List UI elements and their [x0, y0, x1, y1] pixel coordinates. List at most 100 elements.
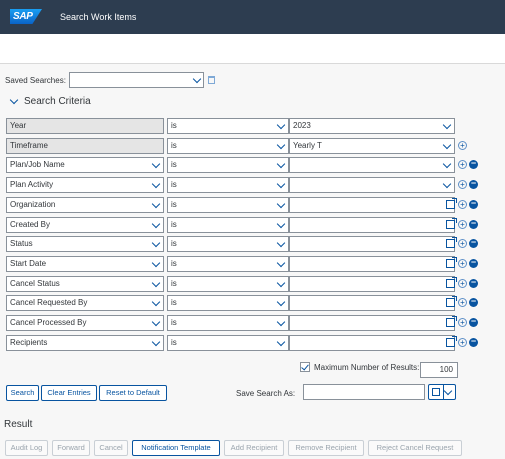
- criteria-value-input[interactable]: [289, 335, 455, 351]
- criteria-field-select[interactable]: Cancel Processed By: [6, 315, 164, 331]
- value-help-icon[interactable]: [446, 277, 457, 290]
- remove-row-icon[interactable]: −: [469, 317, 478, 327]
- criteria-operator-select[interactable]: is: [167, 315, 289, 331]
- add-row-icon[interactable]: +: [458, 141, 467, 150]
- criteria-value-input[interactable]: Yearly T: [289, 138, 455, 154]
- criteria-value-input[interactable]: [289, 315, 455, 331]
- value-help-icon[interactable]: [446, 316, 457, 329]
- criteria-operator-select[interactable]: is: [167, 138, 289, 154]
- add-row-icon[interactable]: +: [458, 239, 467, 248]
- add-row-icon[interactable]: +: [458, 220, 467, 229]
- criteria-operator-select[interactable]: is: [167, 335, 289, 351]
- max-results-input[interactable]: 100: [420, 362, 458, 378]
- criteria-field-label: Status: [10, 239, 33, 248]
- remove-row-icon[interactable]: −: [469, 179, 478, 189]
- add-row-icon[interactable]: +: [458, 279, 467, 288]
- criteria-value-input[interactable]: [289, 177, 455, 193]
- chevron-down-icon: [442, 140, 452, 150]
- criteria-field-select[interactable]: Start Date: [6, 256, 164, 272]
- remove-row-icon[interactable]: −: [469, 219, 478, 229]
- save-search-input[interactable]: [303, 384, 425, 400]
- add-row-icon[interactable]: +: [458, 259, 467, 268]
- save-search-label: Save Search As:: [236, 389, 296, 398]
- criteria-field-select[interactable]: Plan/Job Name: [6, 157, 164, 173]
- add-row-icon[interactable]: +: [458, 338, 467, 347]
- value-help-icon[interactable]: [446, 198, 457, 211]
- criteria-operator-select[interactable]: is: [167, 177, 289, 193]
- add-row-icon[interactable]: +: [458, 200, 467, 209]
- remove-row-icon[interactable]: −: [469, 337, 478, 347]
- chevron-down-icon: [151, 238, 161, 248]
- chevron-down-icon: [442, 179, 452, 189]
- cancel-button[interactable]: Cancel: [94, 440, 128, 456]
- chevron-down-icon: [276, 297, 286, 307]
- criteria-value-input[interactable]: [289, 256, 455, 272]
- criteria-operator-label: is: [171, 121, 177, 130]
- save-search-button[interactable]: [428, 384, 456, 400]
- remove-recipient-button[interactable]: Remove Recipient: [288, 440, 364, 456]
- reset-to-default-button[interactable]: Reset to Default: [99, 385, 167, 401]
- audit-log-button[interactable]: Audit Log: [5, 440, 48, 456]
- add-recipient-button[interactable]: Add Recipient: [224, 440, 284, 456]
- criteria-value-input[interactable]: [289, 217, 455, 233]
- value-help-icon[interactable]: [446, 237, 457, 250]
- remove-row-icon[interactable]: −: [469, 199, 478, 209]
- add-row-icon[interactable]: +: [458, 160, 467, 169]
- forward-button[interactable]: Forward: [52, 440, 90, 456]
- saved-searches-dropdown[interactable]: [68, 72, 204, 88]
- chevron-down-icon: [276, 317, 286, 327]
- criteria-value-input[interactable]: [289, 276, 455, 292]
- chevron-down-icon: [151, 337, 161, 347]
- value-help-icon[interactable]: [446, 218, 457, 231]
- remove-row-icon[interactable]: −: [469, 238, 478, 248]
- chevron-down-icon: [151, 278, 161, 288]
- criteria-field-select[interactable]: Plan Activity: [6, 177, 164, 193]
- criteria-field-select[interactable]: Organization: [6, 197, 164, 213]
- criteria-operator-select[interactable]: is: [167, 236, 289, 252]
- criteria-operator-select[interactable]: is: [167, 197, 289, 213]
- remove-row-icon[interactable]: −: [469, 278, 478, 288]
- criteria-value-input[interactable]: 2023: [289, 118, 455, 134]
- criteria-field-select[interactable]: Cancel Requested By: [6, 295, 164, 311]
- criteria-value-input[interactable]: [289, 157, 455, 173]
- add-row-icon[interactable]: +: [458, 318, 467, 327]
- add-row-icon[interactable]: +: [458, 180, 467, 189]
- criteria-field-select[interactable]: Status: [6, 236, 164, 252]
- chevron-down-icon: [442, 120, 452, 130]
- clear-entries-button[interactable]: Clear Entries: [41, 385, 97, 401]
- chevron-down-icon: [151, 258, 161, 268]
- criteria-operator-select[interactable]: is: [167, 217, 289, 233]
- criteria-field-select[interactable]: Recipients: [6, 335, 164, 351]
- max-results-checkbox[interactable]: [300, 362, 310, 372]
- search-criteria-toggle[interactable]: Search Criteria: [9, 95, 91, 107]
- criteria-field-label: Timeframe: [10, 141, 48, 150]
- remove-row-icon[interactable]: −: [469, 258, 478, 268]
- add-row-icon[interactable]: +: [458, 298, 467, 307]
- criteria-operator-select[interactable]: is: [167, 157, 289, 173]
- criteria-field-select[interactable]: Cancel Status: [6, 276, 164, 292]
- criteria-operator-select[interactable]: is: [167, 256, 289, 272]
- remove-row-icon[interactable]: −: [469, 297, 478, 307]
- criteria-field-label: Plan Activity: [10, 180, 54, 189]
- criteria-value-input[interactable]: [289, 197, 455, 213]
- criteria-value-text: 2023: [293, 121, 311, 130]
- remove-row-icon[interactable]: −: [469, 159, 478, 169]
- chevron-down-icon: [151, 317, 161, 327]
- trash-icon[interactable]: [207, 76, 215, 84]
- criteria-field-label: Plan/Job Name: [10, 160, 65, 169]
- criteria-field-select[interactable]: Created By: [6, 217, 164, 233]
- reject-cancel-request-button[interactable]: Reject Cancel Request: [368, 440, 462, 456]
- notification-template-button[interactable]: Notification Template: [132, 440, 220, 456]
- value-help-icon[interactable]: [446, 336, 457, 349]
- result-title: Result: [4, 419, 33, 430]
- search-button[interactable]: Search: [6, 385, 39, 401]
- criteria-value-input[interactable]: [289, 236, 455, 252]
- value-help-icon[interactable]: [446, 257, 457, 270]
- criteria-value-input[interactable]: [289, 295, 455, 311]
- criteria-operator-select[interactable]: is: [167, 295, 289, 311]
- value-help-icon[interactable]: [446, 296, 457, 309]
- chevron-down-icon: [276, 258, 286, 268]
- criteria-operator-select[interactable]: is: [167, 118, 289, 134]
- chevron-down-icon: [151, 159, 161, 169]
- criteria-operator-select[interactable]: is: [167, 276, 289, 292]
